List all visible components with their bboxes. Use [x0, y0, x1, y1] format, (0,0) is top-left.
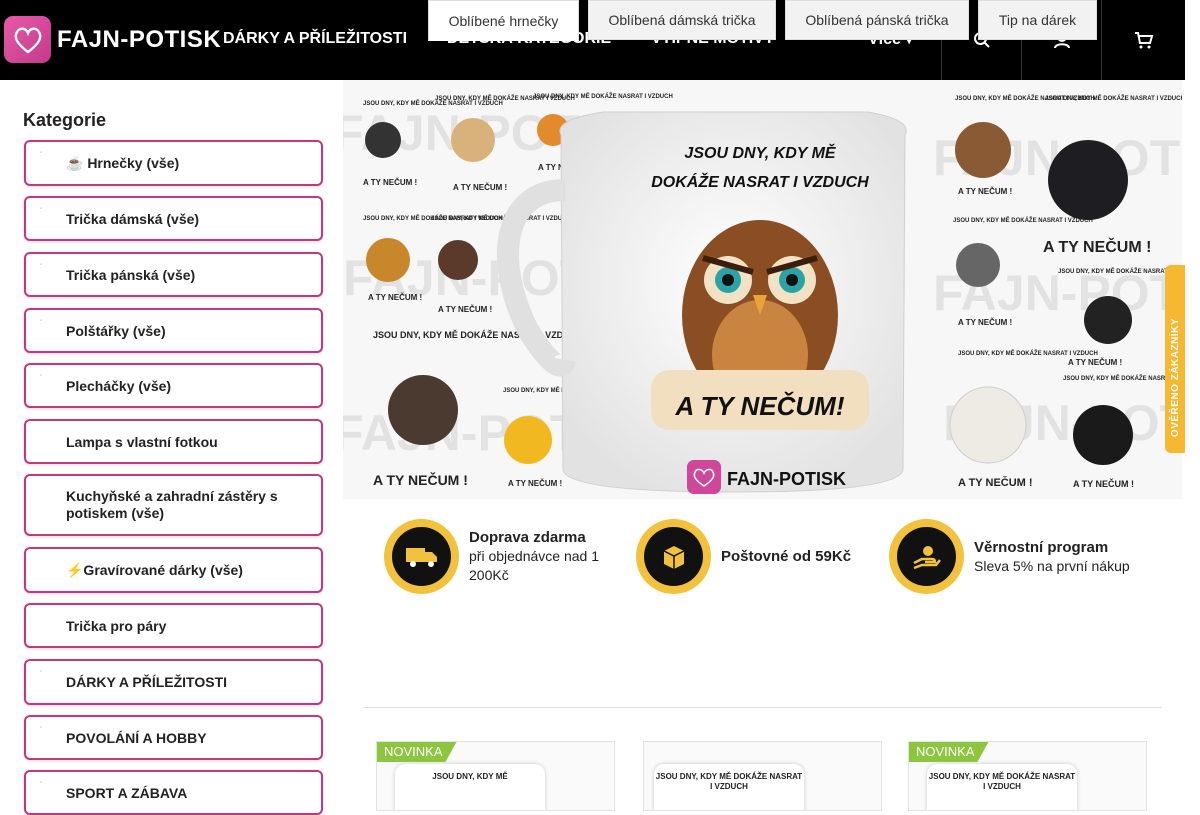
svg-text:A TY NEČUM !: A TY NEČUM ! [1068, 358, 1122, 367]
category-gifts-occasions[interactable]: ▫ DÁRKY A PŘÍLEŽITOSTI [24, 659, 323, 705]
cart-icon [1134, 32, 1153, 49]
product-image: JSOU DNY, KDY MĚ DOKÁŽE NASRAT I VZDUCH [927, 764, 1077, 810]
product-card[interactable]: JSOU DNY, KDY MĚ NOVINKA [376, 741, 615, 811]
bullet-icon: ▫ [40, 262, 43, 268]
banner-headline-2: DOKÁŽE NASRAT I VZDUCH [651, 172, 869, 191]
product-card[interactable]: JSOU DNY, KDY MĚ DOKÁŽE NASRAT I VZDUCH [643, 741, 882, 811]
category-label: Trička pro páry [66, 617, 167, 634]
category-label: DÁRKY A PŘÍLEŽITOSTI [66, 674, 228, 690]
product-image: JSOU DNY, KDY MĚ [395, 764, 545, 810]
svg-text:A TY NEČUM !: A TY NEČUM ! [1043, 237, 1151, 256]
svg-text:A TY NEČUM !: A TY NEČUM ! [438, 305, 492, 314]
tab-popular-womens-tshirts[interactable]: Oblíbená dámská trička [588, 0, 776, 40]
product-card[interactable]: JSOU DNY, KDY MĚ DOKÁŽE NASRAT I VZDUCH … [908, 741, 1147, 811]
new-badge: NOVINKA [377, 742, 457, 762]
tab-gift-tip[interactable]: Tip na dárek [978, 0, 1097, 40]
heart-logo-icon [4, 16, 51, 63]
svg-text:JSOU DNY, KDY MĚ DOKÁŽE NASRAT: JSOU DNY, KDY MĚ DOKÁŽE NASRAT I VZDUCH [958, 349, 1098, 357]
banner-punchline: A TY NEČUM! [675, 391, 845, 421]
category-label: ☕ Hrnečky (vše) [66, 154, 180, 171]
benefit-title: Doprava zdarma [469, 529, 586, 546]
page-right-margin [1185, 0, 1200, 800]
nav-gifts-occasions[interactable]: DÁRKY A PŘÍLEŽITOSTI [223, 30, 407, 48]
benefit-loyalty: Věrnostní program Sleva 5% na první nákup [889, 519, 1130, 594]
benefit-title: Věrnostní program [974, 538, 1109, 556]
tab-popular-mugs[interactable]: Oblíbené hrnečky [428, 0, 579, 41]
banner-logo-text: FAJN-POTISK [727, 469, 846, 489]
category-aprons[interactable]: Kuchyňské a zahradní zástěry s potiskem … [24, 474, 323, 536]
benefit-postage: Poštovné od 59Kč [636, 519, 851, 594]
benefit-title: Poštovné od 59Kč [721, 548, 852, 565]
new-badge: NOVINKA [909, 742, 989, 762]
benefit-icon-frame [636, 519, 711, 594]
category-label: Lampa s vlastní fotkou [66, 433, 218, 450]
svg-text:A TY NEČUM !: A TY NEČUM ! [363, 178, 417, 187]
benefit-free-shipping: Doprava zdarma při objednávce nad 1 200Kč [384, 519, 609, 594]
svg-text:A TY NEČUM !: A TY NEČUM ! [958, 187, 1012, 196]
category-label: Trička dámská (vše) [66, 210, 200, 227]
svg-text:JSOU DNY, KDY MĚ DOKÁŽE NASRAT: JSOU DNY, KDY MĚ DOKÁŽE NASRAT I VZDUCH [1045, 94, 1182, 102]
verified-reviews-label: OVĚŘENO ZÁKAZNÍKY [1169, 317, 1181, 437]
site-logo[interactable]: FAJN-POTISK [4, 16, 221, 63]
hero-banner[interactable]: FAJN-POTISK FAJN-POTISK FAJN-POTISK FAJN… [343, 80, 1182, 499]
category-tin-mugs[interactable]: ▫ Plecháčky (vše) [24, 363, 323, 408]
category-pillows[interactable]: ▫ Polštářky (vše) [24, 308, 323, 353]
category-mugs[interactable]: ▫ ☕ Hrnečky (vše) [24, 140, 323, 186]
category-mens-tshirts[interactable]: ▫ Trička pánská (vše) [24, 252, 323, 297]
tab-popular-mens-tshirts[interactable]: Oblíbená pánská trička [785, 0, 969, 40]
category-engraved-gifts[interactable]: ⚡Gravírované dárky (vše) [24, 547, 323, 593]
category-label: ⚡Gravírované dárky (vše) [66, 561, 243, 578]
banner-headline-1: JSOU DNY, KDY MĚ [684, 143, 836, 162]
bullet-icon: ▫ [40, 669, 43, 675]
svg-text:A TY NEČUM !: A TY NEČUM ! [368, 293, 422, 302]
svg-text:JSOU DNY, KDY MĚ DOKÁŽE NASRAT: JSOU DNY, KDY MĚ DOKÁŽE NASRAT I VZDUCH [373, 329, 583, 340]
hand-coin-icon [897, 527, 956, 586]
svg-text:A TY NEČUM !: A TY NEČUM ! [1073, 478, 1134, 489]
category-label: POVOLÁNÍ A HOBBY [66, 729, 207, 746]
svg-text:A TY NEČUM !: A TY NEČUM ! [453, 183, 507, 192]
benefit-subtitle: Sleva 5% na první nákup [974, 557, 1130, 574]
category-label: Plecháčky (vše) [66, 377, 172, 394]
category-label: Trička pánská (vše) [66, 266, 196, 283]
svg-text:A TY NEČUM !: A TY NEČUM ! [508, 479, 562, 488]
logo-text: FAJN-POTISK [57, 25, 222, 53]
svg-text:JSOU DNY, KDY MĚ DOKÁŽE NASRAT: JSOU DNY, KDY MĚ DOKÁŽE NASRAT I VZDUCH [431, 214, 571, 222]
truck-icon [392, 527, 451, 586]
package-icon [644, 527, 703, 586]
benefit-icon-frame [384, 519, 459, 594]
svg-text:JSOU DNY, KDY MĚ DOKÁŽE NASRAT: JSOU DNY, KDY MĚ DOKÁŽE NASRAT I VZDUCH [1058, 267, 1182, 275]
benefit-icon-frame [889, 519, 964, 594]
tabs-divider [363, 707, 1162, 708]
product-image: JSOU DNY, KDY MĚ DOKÁŽE NASRAT I VZDUCH [654, 764, 804, 810]
svg-text:A TY NEČUM !: A TY NEČUM ! [958, 318, 1012, 327]
bullet-icon: ▫ [40, 206, 43, 212]
verified-reviews-tab[interactable]: OVĚŘENO ZÁKAZNÍKY [1165, 265, 1185, 453]
cart-button[interactable] [1101, 0, 1185, 80]
category-couple-tshirts[interactable]: Trička pro páry [24, 603, 323, 648]
bullet-icon: ▫ [40, 373, 43, 379]
bullet-icon: ▫ [40, 780, 43, 786]
category-label: Kuchyňské a zahradní zástěry s potiskem … [66, 488, 278, 521]
sidebar-title: Kategorie [23, 110, 107, 130]
category-label: SPORT A ZÁBAVA [66, 784, 188, 801]
category-sport-fun[interactable]: ▫ SPORT A ZÁBAVA [24, 770, 323, 815]
svg-text:JSOU DNY, KDY MĚ DOKÁŽE NASRAT: JSOU DNY, KDY MĚ DOKÁŽE NASRAT I VZDUCH [533, 92, 673, 100]
bullet-icon: ▫ [40, 150, 43, 156]
svg-text:A TY NEČUM !: A TY NEČUM ! [958, 476, 1033, 489]
svg-text:JSOU DNY, KDY MĚ DOKÁŽE NASRAT: JSOU DNY, KDY MĚ DOKÁŽE NASRAT I VZDUCH [953, 216, 1093, 224]
bullet-icon: ▫ [40, 725, 43, 731]
category-professions-hobby[interactable]: ▫ POVOLÁNÍ A HOBBY [24, 715, 323, 760]
bullet-icon: ▫ [40, 318, 43, 324]
svg-text:A TY NEČUM !: A TY NEČUM ! [373, 471, 468, 488]
hero-banner-art: FAJN-POTISK FAJN-POTISK FAJN-POTISK FAJN… [343, 80, 1182, 499]
category-photo-lamp[interactable]: Lampa s vlastní fotkou [24, 419, 323, 464]
category-womens-tshirts[interactable]: ▫ Trička dámská (vše) [24, 196, 323, 241]
benefit-subtitle: při objednávce nad 1 200Kč [469, 548, 599, 583]
category-label: Polštářky (vše) [66, 322, 166, 339]
